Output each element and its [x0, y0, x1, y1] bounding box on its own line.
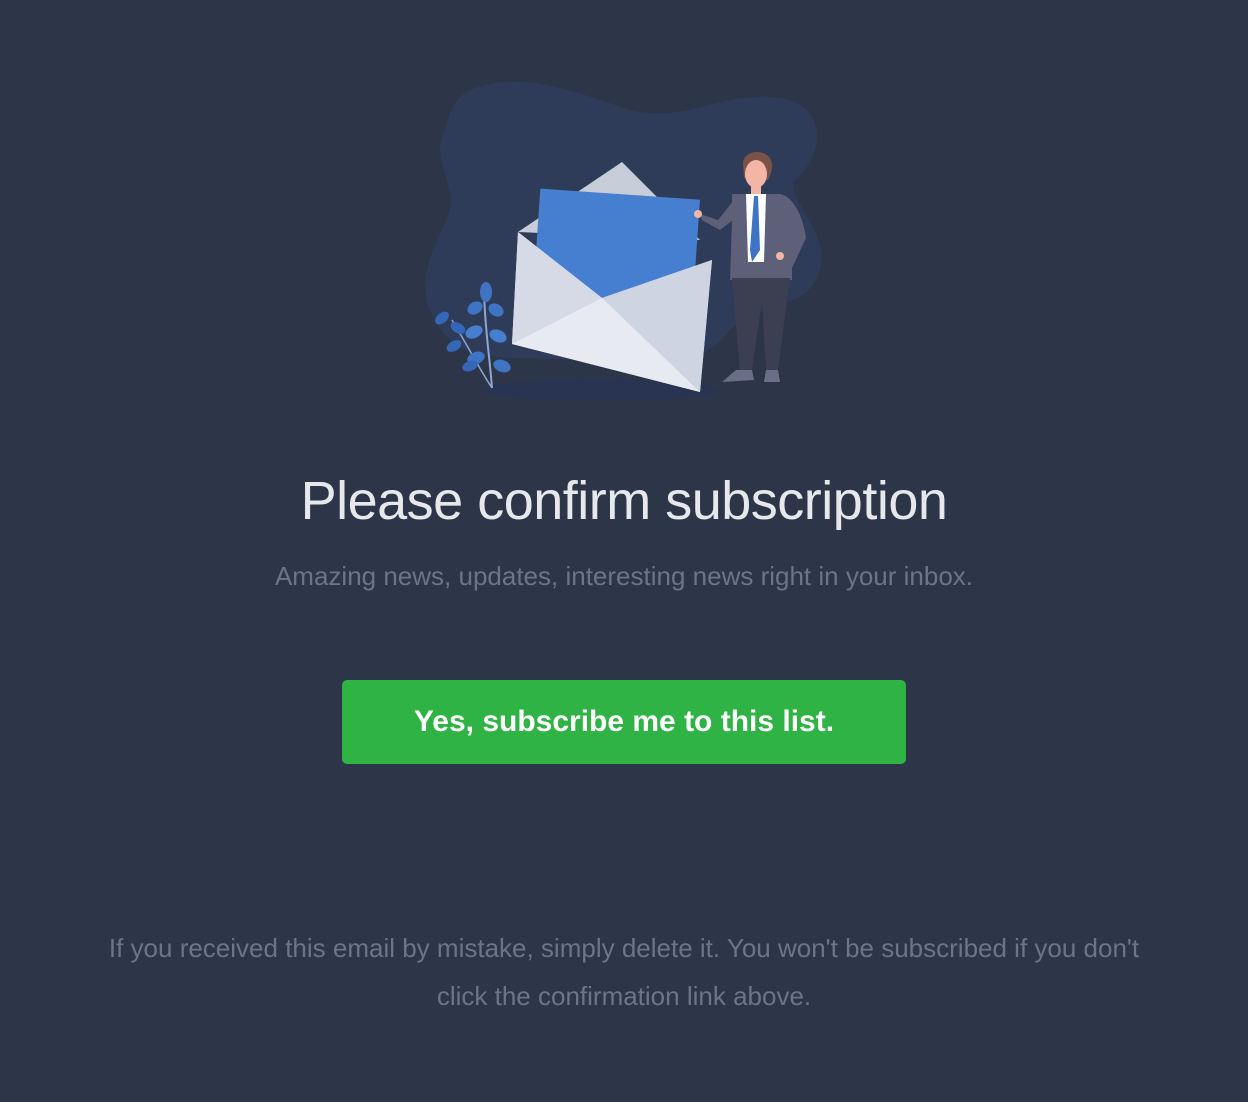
footer-note: If you received this email by mistake, s…: [108, 933, 1140, 1011]
confirm-subscription-button[interactable]: Yes, subscribe me to this list.: [342, 680, 906, 764]
page-subtitle: Amazing news, updates, interesting news …: [274, 561, 974, 591]
subscription-confirmation-page: Please confirm subscription Amazing news…: [0, 0, 1248, 1102]
envelope-illustration: [425, 81, 822, 401]
page-title: Please confirm subscription: [300, 471, 948, 531]
